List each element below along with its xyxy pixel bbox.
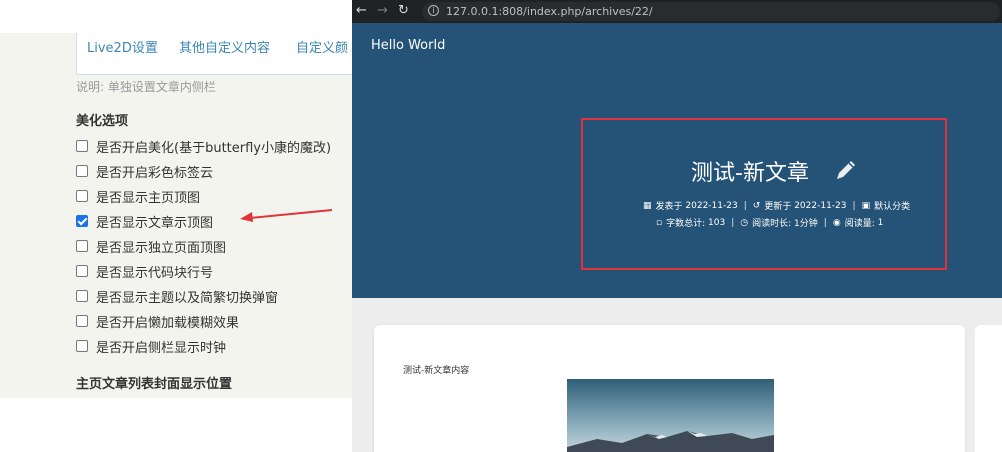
checkbox[interactable] bbox=[76, 315, 88, 327]
option-label: 是否开启美化(基于butterfly小康的魔改) bbox=[96, 140, 332, 156]
eye-icon: ◉ bbox=[832, 217, 841, 228]
url-text: 127.0.0.1:808/index.php/archives/22/ bbox=[446, 5, 653, 18]
option-label: 是否开启懒加载模糊效果 bbox=[96, 315, 240, 331]
info-icon[interactable]: i bbox=[428, 5, 439, 16]
tab-custom-color[interactable]: 自定义颜 bbox=[296, 37, 348, 56]
option-label: 是否显示独立页面顶图 bbox=[96, 240, 227, 256]
checkbox[interactable] bbox=[76, 240, 88, 252]
arrow-left-icon[interactable]: ← bbox=[356, 3, 367, 18]
history-icon: ↺ bbox=[752, 200, 761, 211]
checkbox[interactable] bbox=[76, 340, 88, 352]
wordcount-value: 103 bbox=[708, 217, 726, 228]
checkbox[interactable] bbox=[76, 290, 88, 302]
option-sidebar-clock[interactable]: 是否开启侧栏显示时钟 bbox=[76, 337, 227, 356]
views-value: 1 bbox=[877, 217, 884, 228]
url-field[interactable]: i 127.0.0.1:808/index.php/archives/22/ bbox=[422, 2, 1000, 21]
published-label: 发表于 bbox=[655, 202, 683, 212]
section-title-cover-position: 主页文章列表封面显示位置 bbox=[76, 377, 233, 392]
option-theme-switch-popup[interactable]: 是否显示主题以及简繁切换弹窗 bbox=[76, 287, 279, 306]
option-label: 是否开启侧栏显示时钟 bbox=[96, 340, 227, 356]
option-label: 是否显示文章示顶图 bbox=[96, 215, 214, 231]
readtime-label: 阅读时长: bbox=[752, 219, 792, 229]
inbox-icon: ▣ bbox=[861, 200, 871, 211]
wordcount-label: 字数总计: bbox=[666, 219, 706, 229]
checkbox[interactable] bbox=[76, 190, 88, 202]
settings-note: 说明: 单独设置文章内侧栏 bbox=[76, 80, 216, 94]
address-bar: ← → ↻ i 127.0.0.1:808/index.php/archives… bbox=[352, 0, 1002, 23]
option-color-tag-cloud[interactable]: 是否开启彩色标签云 bbox=[76, 162, 214, 181]
post-title: 测试-新文章 bbox=[691, 161, 809, 186]
reload-icon[interactable]: ↻ bbox=[398, 3, 409, 18]
site-title[interactable]: Hello World bbox=[371, 38, 445, 53]
post-meta-line1: ▦ 发表于 2022-11-23 | ↺ 更新于 2022-11-23 | ▣ … bbox=[643, 199, 910, 213]
tab-live2d[interactable]: Live2D设置 bbox=[87, 37, 158, 56]
option-page-banner[interactable]: 是否显示独立页面顶图 bbox=[76, 237, 227, 256]
option-label: 是否显示主页顶图 bbox=[96, 190, 201, 206]
sidebar-card bbox=[975, 325, 1002, 452]
post-body-text: 测试-新文章内容 bbox=[403, 366, 470, 376]
option-post-banner[interactable]: 是否显示文章示顶图 bbox=[76, 212, 214, 231]
highlight-box bbox=[581, 118, 947, 270]
section-title-beautify: 美化选项 bbox=[76, 114, 129, 129]
separator: | bbox=[823, 217, 827, 228]
checkbox[interactable] bbox=[76, 165, 88, 177]
edit-icon[interactable] bbox=[834, 158, 858, 182]
post-header: Hello World 测试-新文章 ▦ 发表于 2022-11-23 | ↺ … bbox=[352, 23, 1002, 298]
arrow-right-icon[interactable]: → bbox=[377, 3, 388, 18]
tab-custom-content[interactable]: 其他自定义内容 bbox=[179, 37, 270, 56]
content-area: 测试-新文章内容 bbox=[352, 298, 1002, 452]
clock-icon: ◷ bbox=[740, 217, 749, 228]
settings-tabs: Live2D设置 其他自定义内容 自定义颜 bbox=[76, 33, 376, 75]
browser-window: ← → ↻ i 127.0.0.1:808/index.php/archives… bbox=[352, 0, 1002, 452]
separator: | bbox=[743, 200, 747, 211]
option-lazyload-blur[interactable]: 是否开启懒加载模糊效果 bbox=[76, 312, 240, 331]
category-link[interactable]: 默认分类 bbox=[874, 199, 910, 212]
updated-date: 2022-11-23 bbox=[794, 200, 847, 211]
file-icon: ▫ bbox=[656, 217, 663, 228]
option-label: 是否显示代码块行号 bbox=[96, 265, 214, 281]
separator: | bbox=[852, 200, 856, 211]
published-date: 2022-11-23 bbox=[685, 200, 738, 211]
post-image bbox=[567, 379, 774, 452]
option-label: 是否开启彩色标签云 bbox=[96, 165, 214, 181]
checkbox[interactable] bbox=[76, 265, 88, 277]
post-meta-line2: ▫ 字数总计: 103 | ◷ 阅读时长: 1分钟 | ◉ 阅读量: 1 bbox=[656, 216, 884, 230]
post-content-card: 测试-新文章内容 bbox=[374, 325, 965, 452]
option-beautify[interactable]: 是否开启美化(基于butterfly小康的魔改) bbox=[76, 137, 332, 156]
readtime-value: 1分钟 bbox=[794, 219, 818, 229]
option-home-banner[interactable]: 是否显示主页顶图 bbox=[76, 187, 201, 206]
checkbox-checked[interactable] bbox=[76, 215, 88, 227]
option-label: 是否显示主题以及简繁切换弹窗 bbox=[96, 290, 279, 306]
separator: | bbox=[731, 217, 735, 228]
option-code-line-numbers[interactable]: 是否显示代码块行号 bbox=[76, 262, 214, 281]
views-label: 阅读量: bbox=[844, 219, 875, 229]
checkbox[interactable] bbox=[76, 140, 88, 152]
calendar-icon: ▦ bbox=[643, 200, 652, 211]
updated-label: 更新于 bbox=[764, 202, 792, 212]
red-arrow-annotation bbox=[240, 209, 333, 222]
